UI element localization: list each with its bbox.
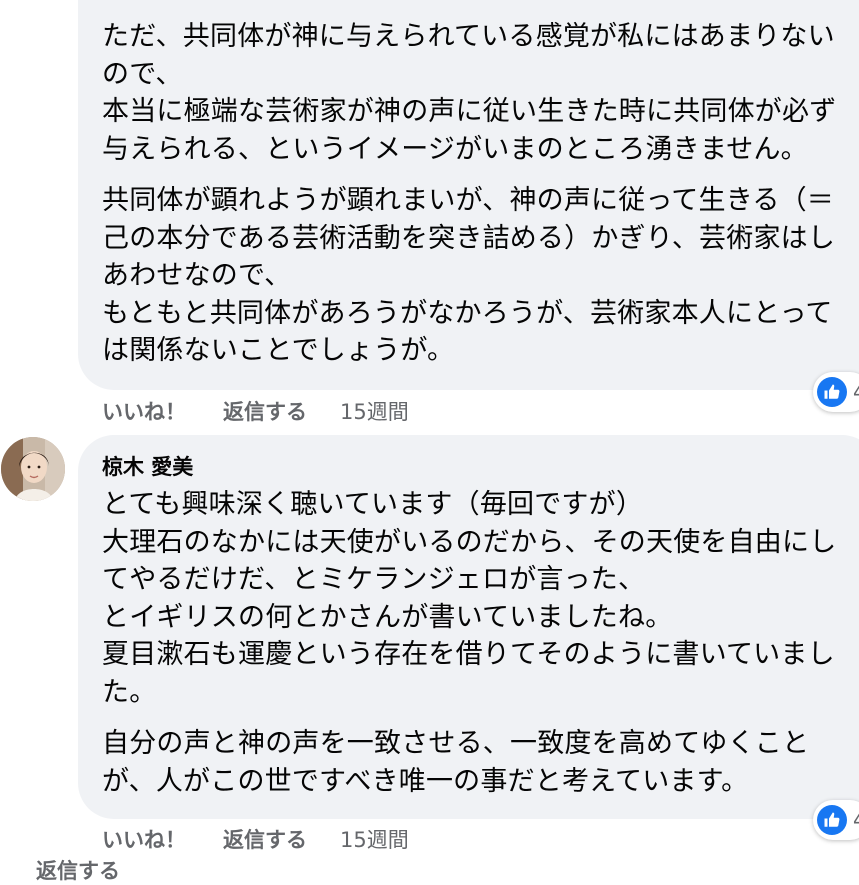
reaction-summary[interactable]: 4 (813, 800, 859, 840)
like-thumbs-up-icon (817, 805, 847, 835)
partial-reply-link[interactable]: 返信する (36, 855, 120, 885)
timestamp[interactable]: 15週間 (340, 824, 409, 854)
comment-2-paragraph-1: とても興味深く聴いています（毎回ですが） 大理石のなかには天使がいるのだから、そ… (102, 489, 837, 708)
comment-2-actions: いいね！ 返信する 15週間 (102, 824, 409, 854)
comment-2-paragraph-2: 自分の声と神の声を一致させる、一致度を高めてゆくことが、人がこの世ですべき唯一の… (102, 728, 810, 797)
reply-button[interactable]: 返信する (223, 824, 307, 854)
user-avatar[interactable] (1, 437, 65, 501)
comment-author-name[interactable]: 椋木 愛美 (102, 452, 859, 482)
reaction-count: 4 (853, 808, 859, 832)
like-button[interactable]: いいね！ (102, 824, 186, 854)
comment-2: 椋木 愛美 とても興味深く聴いています（毎回ですが） 大理石のなかには天使がいる… (0, 0, 859, 883)
comment-2-bubble: 椋木 愛美 とても興味深く聴いています（毎回ですが） 大理石のなかには天使がいる… (78, 435, 859, 819)
